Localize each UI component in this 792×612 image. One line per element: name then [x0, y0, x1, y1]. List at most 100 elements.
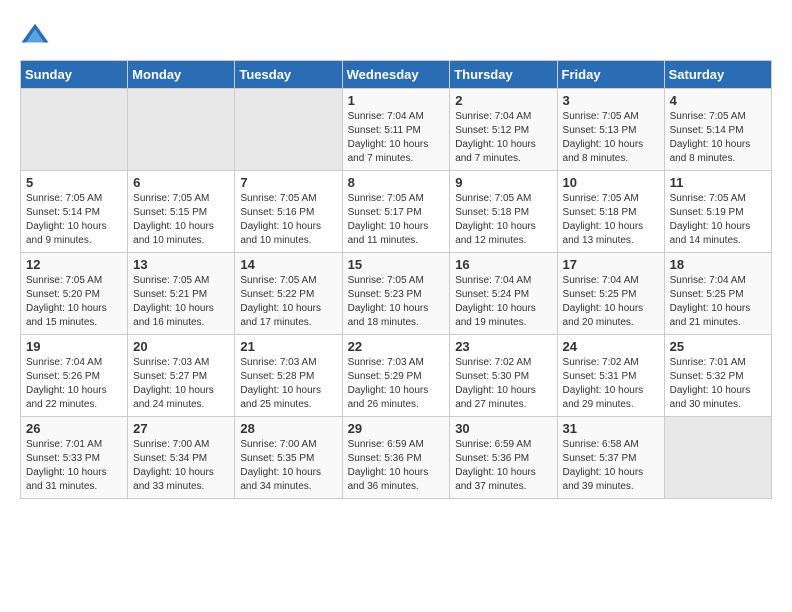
calendar-cell: 14 Sunrise: 7:05 AMSunset: 5:22 PMDayligh…: [235, 253, 342, 335]
calendar-cell: 4 Sunrise: 7:05 AMSunset: 5:14 PMDaylight…: [664, 89, 771, 171]
calendar-cell: 10 Sunrise: 7:05 AMSunset: 5:18 PMDayligh…: [557, 171, 664, 253]
day-number: 11: [670, 175, 766, 190]
day-info: Sunrise: 7:05 AMSunset: 5:18 PMDaylight:…: [455, 192, 551, 248]
calendar-cell: 3 Sunrise: 7:05 AMSunset: 5:13 PMDaylight…: [557, 89, 664, 171]
day-number: 4: [670, 93, 766, 108]
day-info: Sunrise: 7:05 AMSunset: 5:14 PMDaylight:…: [26, 192, 122, 248]
calendar-cell: [235, 89, 342, 171]
calendar-cell: 20 Sunrise: 7:03 AMSunset: 5:27 PMDayligh…: [128, 335, 235, 417]
calendar-cell: 16Sunrise: 7:04 AMSunset: 5:24 PMDayligh…: [450, 253, 557, 335]
day-header-sunday: Sunday: [21, 61, 128, 89]
day-header-monday: Monday: [128, 61, 235, 89]
day-info: Sunrise: 7:05 AMSunset: 5:15 PMDaylight:…: [133, 192, 229, 248]
day-number: 27: [133, 421, 229, 436]
day-number: 15: [348, 257, 445, 272]
calendar-cell: [664, 417, 771, 499]
day-info: Sunrise: 7:05 AMSunset: 5:23 PMDaylight:…: [348, 274, 445, 330]
day-info: Sunrise: 7:02 AMSunset: 5:30 PMDaylight:…: [455, 356, 551, 412]
day-info: Sunrise: 7:05 AMSunset: 5:14 PMDaylight:…: [670, 110, 766, 166]
day-number: 1: [348, 93, 445, 108]
day-header-tuesday: Tuesday: [235, 61, 342, 89]
calendar-cell: 26 Sunrise: 7:01 AMSunset: 5:33 PMDayligh…: [21, 417, 128, 499]
day-number: 12: [26, 257, 122, 272]
day-number: 7: [240, 175, 336, 190]
calendar-cell: 18 Sunrise: 7:04 AMSunset: 5:25 PMDayligh…: [664, 253, 771, 335]
day-number: 2: [455, 93, 551, 108]
day-info: Sunrise: 7:00 AMSunset: 5:34 PMDaylight:…: [133, 438, 229, 494]
day-number: 3: [563, 93, 659, 108]
calendar-cell: [21, 89, 128, 171]
day-number: 29: [348, 421, 445, 436]
day-header-saturday: Saturday: [664, 61, 771, 89]
day-info: Sunrise: 6:59 AMSunset: 5:36 PMDaylight:…: [348, 438, 445, 494]
calendar-week-row: 5 Sunrise: 7:05 AMSunset: 5:14 PMDaylight…: [21, 171, 772, 253]
calendar-cell: 12 Sunrise: 7:05 AMSunset: 5:20 PMDayligh…: [21, 253, 128, 335]
calendar-cell: 9 Sunrise: 7:05 AMSunset: 5:18 PMDaylight…: [450, 171, 557, 253]
calendar-cell: 17Sunrise: 7:04 AMSunset: 5:25 PMDayligh…: [557, 253, 664, 335]
calendar-cell: 21 Sunrise: 7:03 AMSunset: 5:28 PMDayligh…: [235, 335, 342, 417]
calendar-table: SundayMondayTuesdayWednesdayThursdayFrid…: [20, 60, 772, 499]
calendar-cell: 23 Sunrise: 7:02 AMSunset: 5:30 PMDayligh…: [450, 335, 557, 417]
day-info: Sunrise: 6:59 AMSunset: 5:36 PMDaylight:…: [455, 438, 551, 494]
day-header-thursday: Thursday: [450, 61, 557, 89]
day-info: Sunrise: 7:04 AMSunset: 5:25 PMDaylight:…: [670, 274, 766, 330]
day-info: Sunrise: 7:03 AMSunset: 5:27 PMDaylight:…: [133, 356, 229, 412]
day-info: Sunrise: 7:02 AMSunset: 5:31 PMDaylight:…: [563, 356, 659, 412]
day-number: 16: [455, 257, 551, 272]
calendar-header-row: SundayMondayTuesdayWednesdayThursdayFrid…: [21, 61, 772, 89]
calendar-cell: 25Sunrise: 7:01 AMSunset: 5:32 PMDayligh…: [664, 335, 771, 417]
day-number: 14: [240, 257, 336, 272]
day-number: 17: [563, 257, 659, 272]
page-header: [20, 20, 772, 50]
logo-icon: [20, 20, 50, 50]
day-number: 31: [563, 421, 659, 436]
day-info: Sunrise: 7:03 AMSunset: 5:28 PMDaylight:…: [240, 356, 336, 412]
day-number: 10: [563, 175, 659, 190]
day-number: 19: [26, 339, 122, 354]
day-header-friday: Friday: [557, 61, 664, 89]
calendar-cell: 2 Sunrise: 7:04 AMSunset: 5:12 PMDaylight…: [450, 89, 557, 171]
day-info: Sunrise: 7:05 AMSunset: 5:19 PMDaylight:…: [670, 192, 766, 248]
day-info: Sunrise: 7:01 AMSunset: 5:33 PMDaylight:…: [26, 438, 122, 494]
day-number: 5: [26, 175, 122, 190]
day-info: Sunrise: 7:05 AMSunset: 5:18 PMDaylight:…: [563, 192, 659, 248]
day-number: 23: [455, 339, 551, 354]
calendar-week-row: 26 Sunrise: 7:01 AMSunset: 5:33 PMDayligh…: [21, 417, 772, 499]
day-info: Sunrise: 7:04 AMSunset: 5:26 PMDaylight:…: [26, 356, 122, 412]
logo: [20, 20, 54, 50]
day-number: 18: [670, 257, 766, 272]
calendar-cell: 28 Sunrise: 7:00 AMSunset: 5:35 PMDayligh…: [235, 417, 342, 499]
calendar-cell: 13Sunrise: 7:05 AMSunset: 5:21 PMDayligh…: [128, 253, 235, 335]
day-number: 22: [348, 339, 445, 354]
day-number: 9: [455, 175, 551, 190]
calendar-cell: 22 Sunrise: 7:03 AMSunset: 5:29 PMDayligh…: [342, 335, 450, 417]
day-info: Sunrise: 7:05 AMSunset: 5:13 PMDaylight:…: [563, 110, 659, 166]
day-number: 21: [240, 339, 336, 354]
day-number: 24: [563, 339, 659, 354]
day-number: 30: [455, 421, 551, 436]
day-number: 8: [348, 175, 445, 190]
day-number: 26: [26, 421, 122, 436]
day-header-wednesday: Wednesday: [342, 61, 450, 89]
day-number: 13: [133, 257, 229, 272]
calendar-cell: [128, 89, 235, 171]
day-info: Sunrise: 7:03 AMSunset: 5:29 PMDaylight:…: [348, 356, 445, 412]
calendar-cell: 24 Sunrise: 7:02 AMSunset: 5:31 PMDayligh…: [557, 335, 664, 417]
day-info: Sunrise: 6:58 AMSunset: 5:37 PMDaylight:…: [563, 438, 659, 494]
day-info: Sunrise: 7:05 AMSunset: 5:22 PMDaylight:…: [240, 274, 336, 330]
day-info: Sunrise: 7:05 AMSunset: 5:20 PMDaylight:…: [26, 274, 122, 330]
day-info: Sunrise: 7:00 AMSunset: 5:35 PMDaylight:…: [240, 438, 336, 494]
calendar-cell: 8 Sunrise: 7:05 AMSunset: 5:17 PMDaylight…: [342, 171, 450, 253]
calendar-week-row: 19 Sunrise: 7:04 AMSunset: 5:26 PMDayligh…: [21, 335, 772, 417]
day-info: Sunrise: 7:04 AMSunset: 5:12 PMDaylight:…: [455, 110, 551, 166]
calendar-week-row: 12 Sunrise: 7:05 AMSunset: 5:20 PMDayligh…: [21, 253, 772, 335]
calendar-cell: 27 Sunrise: 7:00 AMSunset: 5:34 PMDayligh…: [128, 417, 235, 499]
day-info: Sunrise: 7:05 AMSunset: 5:17 PMDaylight:…: [348, 192, 445, 248]
calendar-cell: 6Sunrise: 7:05 AMSunset: 5:15 PMDaylight…: [128, 171, 235, 253]
day-info: Sunrise: 7:04 AMSunset: 5:11 PMDaylight:…: [348, 110, 445, 166]
calendar-cell: 19 Sunrise: 7:04 AMSunset: 5:26 PMDayligh…: [21, 335, 128, 417]
calendar-week-row: 1 Sunrise: 7:04 AMSunset: 5:11 PMDaylight…: [21, 89, 772, 171]
day-number: 28: [240, 421, 336, 436]
calendar-cell: 15 Sunrise: 7:05 AMSunset: 5:23 PMDayligh…: [342, 253, 450, 335]
day-number: 20: [133, 339, 229, 354]
